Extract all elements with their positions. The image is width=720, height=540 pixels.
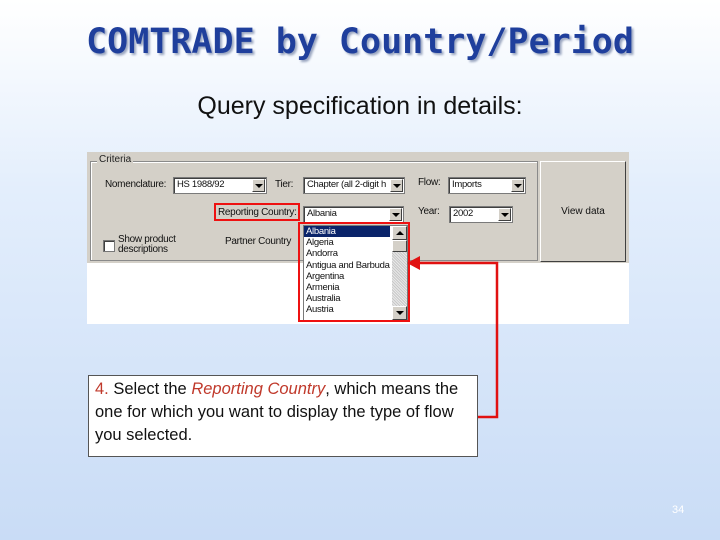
- instruction-callout: 4. Select the Reporting Country, which m…: [88, 375, 478, 457]
- callout-connector: [407, 256, 499, 419]
- callout-highlight: Reporting Country: [191, 380, 326, 398]
- page-number: 34: [672, 504, 685, 516]
- step-number: 4.: [95, 380, 109, 398]
- callout-text-before: Select the: [108, 380, 192, 398]
- arrow-head-icon: [407, 256, 420, 270]
